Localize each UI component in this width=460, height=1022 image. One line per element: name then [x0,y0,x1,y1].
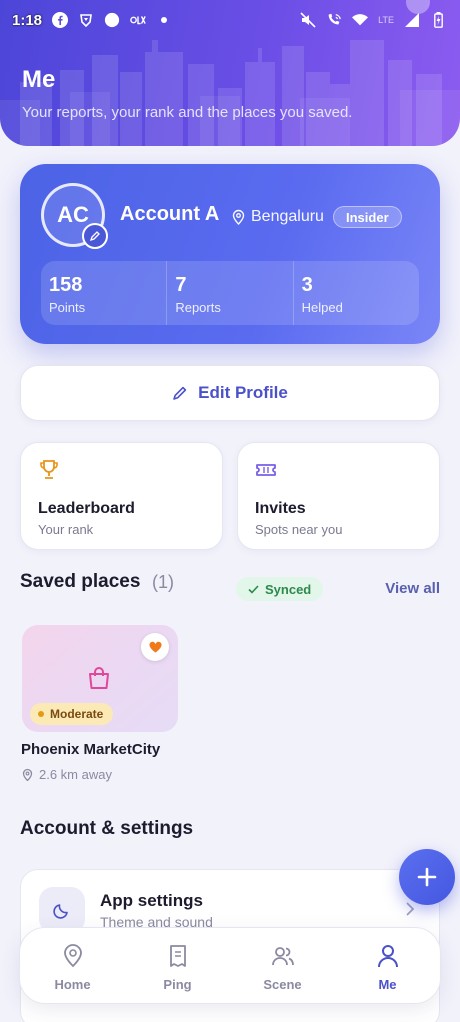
place-distance: 2.6 km away [22,767,112,782]
crowd-level-label: Moderate [50,707,104,721]
page-title: Me [22,66,56,93]
view-all-link[interactable]: View all [385,580,440,597]
tile-subtitle: Your rank [38,522,94,537]
moon-icon [53,904,68,919]
heart-icon [148,641,162,653]
people-icon [271,947,294,966]
brave-icon [78,12,94,28]
saved-places-heading: Saved places [20,571,141,592]
settings-item-title: App settings [100,891,203,910]
nav-label: Me [378,977,397,992]
profile-card[interactable]: AC Account A Bengaluru Insider 158 Point… [20,164,440,344]
wifi-call-icon [326,12,342,28]
synced-label: Synced [265,581,312,597]
nav-label: Home [54,977,91,992]
mute-icon [300,12,316,28]
avatar-edit-button[interactable] [82,223,108,249]
avatar-initials: AC [57,202,89,227]
nav-item-me[interactable]: Me [335,928,440,1003]
nav-item-scene[interactable]: Scene [230,928,335,1003]
edit-profile-label: Edit Profile [198,383,288,402]
ticket-icon [256,464,276,476]
tile-title: Leaderboard [38,500,135,517]
edit-profile-button[interactable]: Edit Profile [20,365,440,421]
check-icon [248,584,259,594]
signal-icon [404,12,420,28]
pencil-icon [89,231,100,242]
chevron-right-icon [406,902,415,916]
crowd-dot [38,711,44,717]
location-label: Bengaluru [251,208,324,225]
leaderboard-tile[interactable]: Leaderboard Your rank [20,442,223,550]
stat-points: 158 Points [41,261,168,325]
nav-item-ping[interactable]: Ping [125,928,230,1003]
location-pin-icon [63,944,82,968]
shopping-bag-icon [89,667,109,689]
network-type: LTE [378,15,394,25]
plus-icon [417,867,437,887]
place-name[interactable]: Phoenix MarketCity [21,741,160,758]
stat-label: Points [49,300,86,315]
favorite-button[interactable] [141,633,169,661]
status-badge: Insider [333,206,402,228]
status-bar: 1:18 LTE [0,0,460,40]
stat-label: Helped [301,300,343,315]
stat-label: Reports [175,300,221,315]
tile-title: Invites [255,500,306,517]
status-time: 1:18 [12,11,43,29]
wifi-icon [352,12,369,28]
stat-value: 158 [49,274,83,296]
document-icon [169,945,186,967]
chat-bubble-icon [104,12,120,28]
location-pin-icon [22,768,33,781]
location-pin-icon [232,209,245,225]
stat-value: 3 [301,274,313,296]
stats-row: 158 Points 7 Reports 3 Helped [41,261,419,325]
account-name: Account A [120,203,220,225]
bottom-navigation: Home Ping Scene Me [19,927,441,1004]
person-icon [377,945,398,968]
stat-helped: 3 Helped [294,261,419,325]
battery-icon [430,12,446,28]
location: Bengaluru [232,208,324,226]
saved-places-count: (1) [152,572,174,592]
pencil-icon [173,386,187,400]
facebook-icon [52,12,69,28]
crowd-level-badge: Moderate [30,703,114,725]
page-header: 1:18 LTE Me Your reports, your rank and … [0,0,460,146]
distance-label: 2.6 km away [39,767,112,782]
stat-value: 7 [175,274,187,296]
tile-subtitle: Spots near you [255,522,343,537]
notification-dot-icon [156,12,172,28]
olx-icon [130,12,146,28]
stat-reports: 7 Reports [167,261,294,325]
account-settings-heading: Account & settings [20,818,194,839]
nav-label: Scene [263,977,302,992]
nav-item-home[interactable]: Home [20,928,125,1003]
invites-tile[interactable]: Invites Spots near you [237,442,440,550]
add-button[interactable] [399,849,455,905]
trophy-icon [40,460,58,479]
synced-badge: Synced [236,577,324,601]
page-subtitle: Your reports, your rank and the places y… [22,104,353,121]
nav-label: Ping [163,977,192,992]
